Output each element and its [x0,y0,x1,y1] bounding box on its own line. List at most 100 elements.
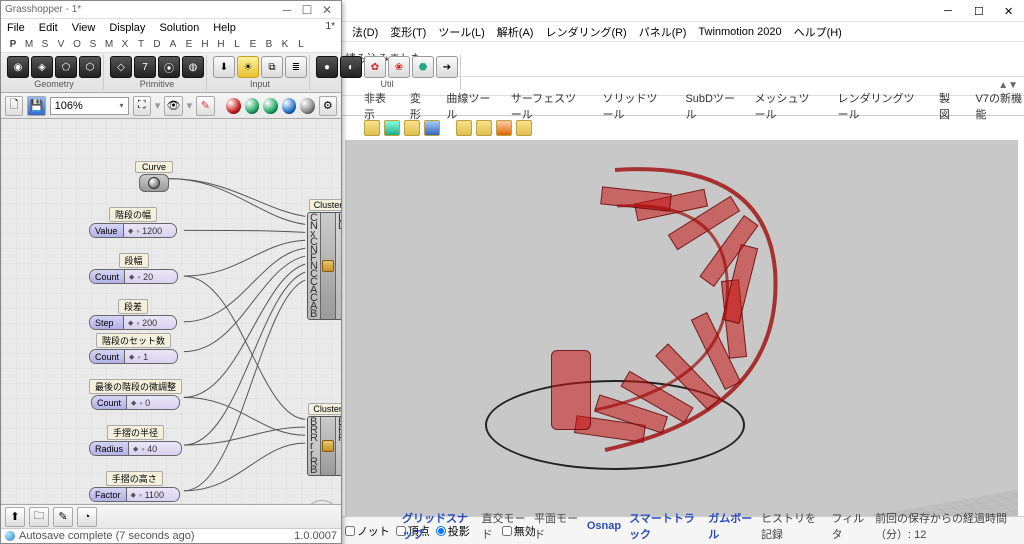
zoom-dropdown[interactable]: 106% [50,97,129,115]
slider-value[interactable]: ◦ 20 [125,270,177,283]
component-icon[interactable]: ⬇ [213,56,235,78]
category-tab[interactable]: P [5,39,21,50]
slider-value[interactable]: ◦ 0 [127,396,179,409]
component-icon[interactable]: ◈ [31,56,53,78]
cluster-component[interactable]: Cluster BRRrrRB BPF [307,403,341,476]
toggle-gumball[interactable]: ガムボール [708,510,753,542]
gh-canvas[interactable]: Curve 階段の幅Value◦ 1200 段幅Count◦ 20 段差Step◦ … [1,119,341,504]
toggle-ortho[interactable]: 直交モード [481,510,526,542]
new-file-icon[interactable]: 🗋 [5,96,23,116]
number-slider[interactable]: 段差Step◦ 200 [89,299,177,330]
shade-icon[interactable] [300,98,315,114]
preview-icon[interactable]: 👁 [164,96,182,116]
category-tab[interactable]: S [37,39,53,50]
maximize-icon[interactable]: ☐ [974,5,986,17]
category-tab[interactable]: L [293,39,309,50]
tab[interactable]: SubDツール [685,90,736,122]
component-icon[interactable]: ● [316,56,338,78]
tool-icon[interactable] [496,120,512,136]
tool-icon[interactable] [424,120,440,136]
tab[interactable]: サーフェスツール [511,90,585,122]
gh-titlebar[interactable]: Grasshopper - 1* ─ ☐ ✕ [1,1,341,19]
shade-icon[interactable] [245,98,260,114]
menu-item[interactable]: 法(D) [350,24,380,40]
category-tab[interactable]: M [101,39,117,50]
component-icon[interactable]: ➔ [436,56,458,78]
category-tab[interactable]: A [165,39,181,50]
zoom-extents-icon[interactable]: ⛶ [133,96,151,116]
tool-icon[interactable] [384,120,400,136]
category-tab[interactable]: T [133,39,149,50]
component-icon[interactable]: ❀ [388,56,410,78]
component-icon[interactable]: ✿ [364,56,386,78]
slider-value[interactable]: ◦ 1 [125,350,177,363]
close-icon[interactable]: ✕ [1004,5,1016,17]
tab[interactable]: 非表示 [364,90,392,122]
save-icon[interactable]: 💾 [27,96,45,116]
sketch-icon[interactable]: ✎ [196,96,214,116]
shade-icon[interactable] [226,98,241,114]
number-slider[interactable]: 最後の階段の微調整Count◦ 0 [89,379,182,410]
component-icon[interactable]: ⬣ [412,56,434,78]
component-icon[interactable]: ◇ [110,56,132,78]
settings-icon[interactable]: ⚙ [319,96,337,116]
slider-value[interactable]: ◦ 40 [129,442,181,455]
slider-value[interactable]: ◦ 1200 [124,224,176,237]
number-slider[interactable]: 手摺の半径Radius◦ 40 [89,425,182,456]
tool-icon[interactable] [476,120,492,136]
menu-item[interactable]: パネル(P) [637,24,689,40]
category-tab[interactable]: D [149,39,165,50]
cluster-component[interactable]: Cluster CNxCNFNCCACAB LD [307,199,341,320]
tool-icon[interactable]: 🗀 [29,507,49,527]
minimize-icon[interactable]: ─ [944,5,956,17]
tab[interactable]: レンダリングツール [837,90,921,122]
toggle-smarttrack[interactable]: スマートトラック [629,510,700,542]
number-slider[interactable]: 階段の幅Value◦ 1200 [89,207,177,238]
component-icon[interactable]: ⬡ [79,56,101,78]
slider-value[interactable]: ◦ 200 [124,316,176,329]
component-icon[interactable]: ☀ [237,56,259,78]
category-tab[interactable]: H [213,39,229,50]
category-tab[interactable]: H [197,39,213,50]
tool-icon[interactable] [364,120,380,136]
component-icon[interactable]: ◍ [182,56,204,78]
maximize-icon[interactable]: ☐ [297,3,317,17]
tool-icon[interactable] [456,120,472,136]
toggle-osnap[interactable]: Osnap [587,520,621,532]
shade-icon[interactable] [282,98,297,114]
menu-item[interactable]: ヘルプ(H) [792,24,844,40]
curve-component[interactable]: Curve [135,161,173,192]
toggle-history[interactable]: ヒストリを記録 [761,510,824,542]
menu-file[interactable]: File [7,22,25,34]
number-slider[interactable]: 手摺の高さFactor◦ 1100 [89,471,180,502]
category-tab[interactable]: S [85,39,101,50]
tab[interactable]: 変形 [410,90,429,122]
tab[interactable]: 曲線ツール [446,90,492,122]
minimize-icon[interactable]: ─ [277,3,297,17]
component-icon[interactable]: ⬠ [55,56,77,78]
menu-item[interactable]: 変形(T) [388,24,428,40]
close-icon[interactable]: ✕ [317,3,337,17]
toggle-planar[interactable]: 平面モード [534,510,579,542]
category-tab[interactable]: E [181,39,197,50]
category-tab[interactable]: V [53,39,69,50]
shade-icon[interactable] [263,98,278,114]
tool-icon[interactable]: ⬆ [5,507,25,527]
menu-display[interactable]: Display [109,22,145,34]
category-tab[interactable]: L [229,39,245,50]
category-tab[interactable]: B [261,39,277,50]
tool-icon[interactable]: ✎ [53,507,73,527]
tool-icon[interactable] [516,120,532,136]
menu-edit[interactable]: Edit [39,22,58,34]
component-icon[interactable]: ≣ [285,56,307,78]
number-slider[interactable]: 段幅Count◦ 20 [89,253,178,284]
menu-item[interactable]: レンダリング(R) [543,24,628,40]
category-tab[interactable]: X [117,39,133,50]
menu-item[interactable]: Twinmotion 2020 [696,26,783,38]
tab[interactable]: 製図 [939,90,958,122]
rhino-viewport[interactable] [345,140,1018,516]
tab[interactable]: メッシュツール [755,90,820,122]
toggle-filter[interactable]: フィルタ [832,510,868,542]
menu-item[interactable]: ツール(L) [436,24,486,40]
slider-value[interactable]: ◦ 1100 [127,488,179,501]
